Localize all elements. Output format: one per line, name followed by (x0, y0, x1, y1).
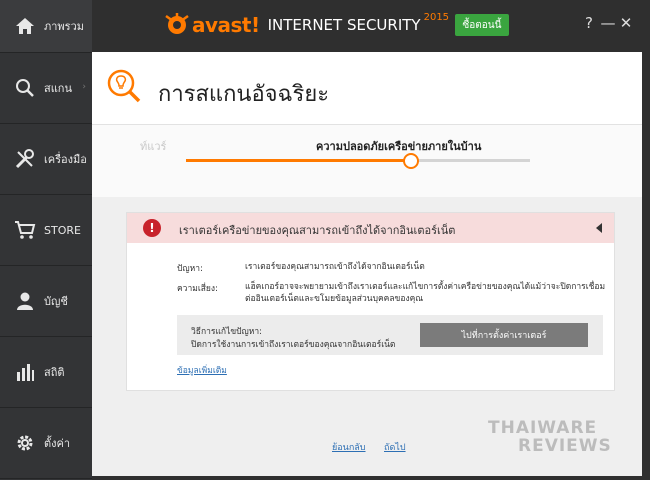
sidebar-item-stats[interactable]: สถิติ (0, 337, 92, 408)
sidebar-item-settings[interactable]: ตั้งค่า (0, 408, 92, 479)
page-header: การสแกนอัจฉริยะ (92, 52, 642, 125)
progress-marker (403, 153, 419, 169)
warning-icon: ! (143, 219, 161, 237)
product-name: INTERNET SECURITY (267, 16, 421, 34)
sidebar-item-scan[interactable]: สแกน › (0, 53, 92, 124)
sidebar-item-label: สถิติ (44, 366, 65, 379)
risk-label: ความเสี่ยง: (177, 284, 218, 294)
user-icon (14, 290, 36, 312)
issue-card: ! เราเตอร์เครือข่ายของคุณสามารถเข้าถึงได… (126, 212, 615, 391)
sidebar-item-label: ภาพรวม (44, 20, 85, 33)
watermark-line2: REVIEWS (518, 436, 612, 456)
sidebar-item-label: ตั้งค่า (44, 437, 71, 450)
sidebar-item-label: STORE (44, 223, 81, 237)
back-link[interactable]: ย้อนกลับ (332, 440, 366, 454)
progress-track-remaining (414, 159, 530, 162)
router-settings-button[interactable]: ไปที่การตั้งค่าเราเตอร์ (420, 323, 588, 347)
minimize-button[interactable]: — (600, 14, 616, 32)
app-window: ภาพรวม สแกน › เครื่องมือ › STORE บัญชี ส… (0, 0, 650, 480)
chevron-right-icon: › (82, 82, 86, 92)
title-bar: avast! INTERNET SECURITY 2015 ซื้อตอนนี้… (92, 0, 650, 52)
risk-text: แฮ็คเกอร์อาจจะพยายามเข้าถึงเราเตอร์และแก… (245, 282, 606, 304)
sidebar-item-tools[interactable]: เครื่องมือ › (0, 124, 92, 195)
buy-now-button[interactable]: ซื้อตอนนี้ (455, 14, 509, 36)
problem-text: เราเตอร์ของคุณสามารถเข้าถึงได้จากอินเตอร… (245, 262, 425, 272)
app-logo: avast! INTERNET SECURITY 2015 (164, 12, 449, 38)
step-previous: ท์แวร์ (140, 140, 167, 153)
progress-track-done (186, 159, 408, 162)
solution-text: ปิดการใช้งานการเข้าถึงเราเตอร์ของคุณจากอ… (191, 340, 396, 350)
sidebar-item-account[interactable]: บัญชี (0, 266, 92, 337)
page-title: การสแกนอัจฉริยะ (158, 82, 330, 107)
smart-scan-icon (107, 69, 141, 103)
solution-title: วิธีการแก้ไขปัญหา: (191, 327, 263, 337)
sidebar: ภาพรวม สแกน › เครื่องมือ › STORE บัญชี ส… (0, 0, 92, 480)
help-button[interactable]: ? (581, 14, 597, 32)
main-panel: การสแกนอัจฉริยะ ท์แวร์ ความปลอดภัยเครือข… (92, 52, 642, 476)
sidebar-item-label: สแกน (44, 82, 72, 95)
issue-headline: เราเตอร์เครือข่ายของคุณสามารถเข้าถึงได้จ… (179, 224, 456, 237)
step-current: ความปลอดภัยเครือข่ายภายในบ้าน (316, 140, 482, 153)
solution-box: วิธีการแก้ไขปัญหา: ปิดการใช้งานการเข้าถึ… (177, 315, 603, 355)
scan-progress: ท์แวร์ ความปลอดภัยเครือข่ายภายในบ้าน (92, 125, 642, 197)
product-year: 2015 (423, 12, 450, 23)
stats-icon (14, 361, 36, 383)
next-link[interactable]: ถัดไป (384, 440, 406, 454)
gear-icon (14, 432, 36, 454)
search-icon (14, 77, 36, 99)
sidebar-item-overview[interactable]: ภาพรวม (0, 0, 92, 53)
collapse-arrow-icon[interactable] (596, 223, 602, 233)
watermark-line1: THAIWARE (488, 418, 598, 438)
more-info-link[interactable]: ข้อมูลเพิ่มเติม (177, 363, 227, 377)
problem-label: ปัญหา: (177, 264, 203, 274)
issue-alert[interactable]: ! เราเตอร์เครือข่ายของคุณสามารถเข้าถึงได… (127, 213, 614, 243)
sidebar-item-label: บัญชี (44, 295, 68, 308)
sidebar-item-label: เครื่องมือ (44, 153, 87, 166)
cart-icon (14, 219, 36, 241)
chevron-right-icon: › (82, 153, 86, 163)
close-button[interactable]: ✕ (618, 14, 634, 32)
tools-icon (14, 148, 36, 170)
home-icon (14, 15, 36, 37)
avast-logo-icon (165, 13, 189, 34)
brand-name: avast! (192, 13, 260, 37)
sidebar-item-store[interactable]: STORE (0, 195, 92, 266)
